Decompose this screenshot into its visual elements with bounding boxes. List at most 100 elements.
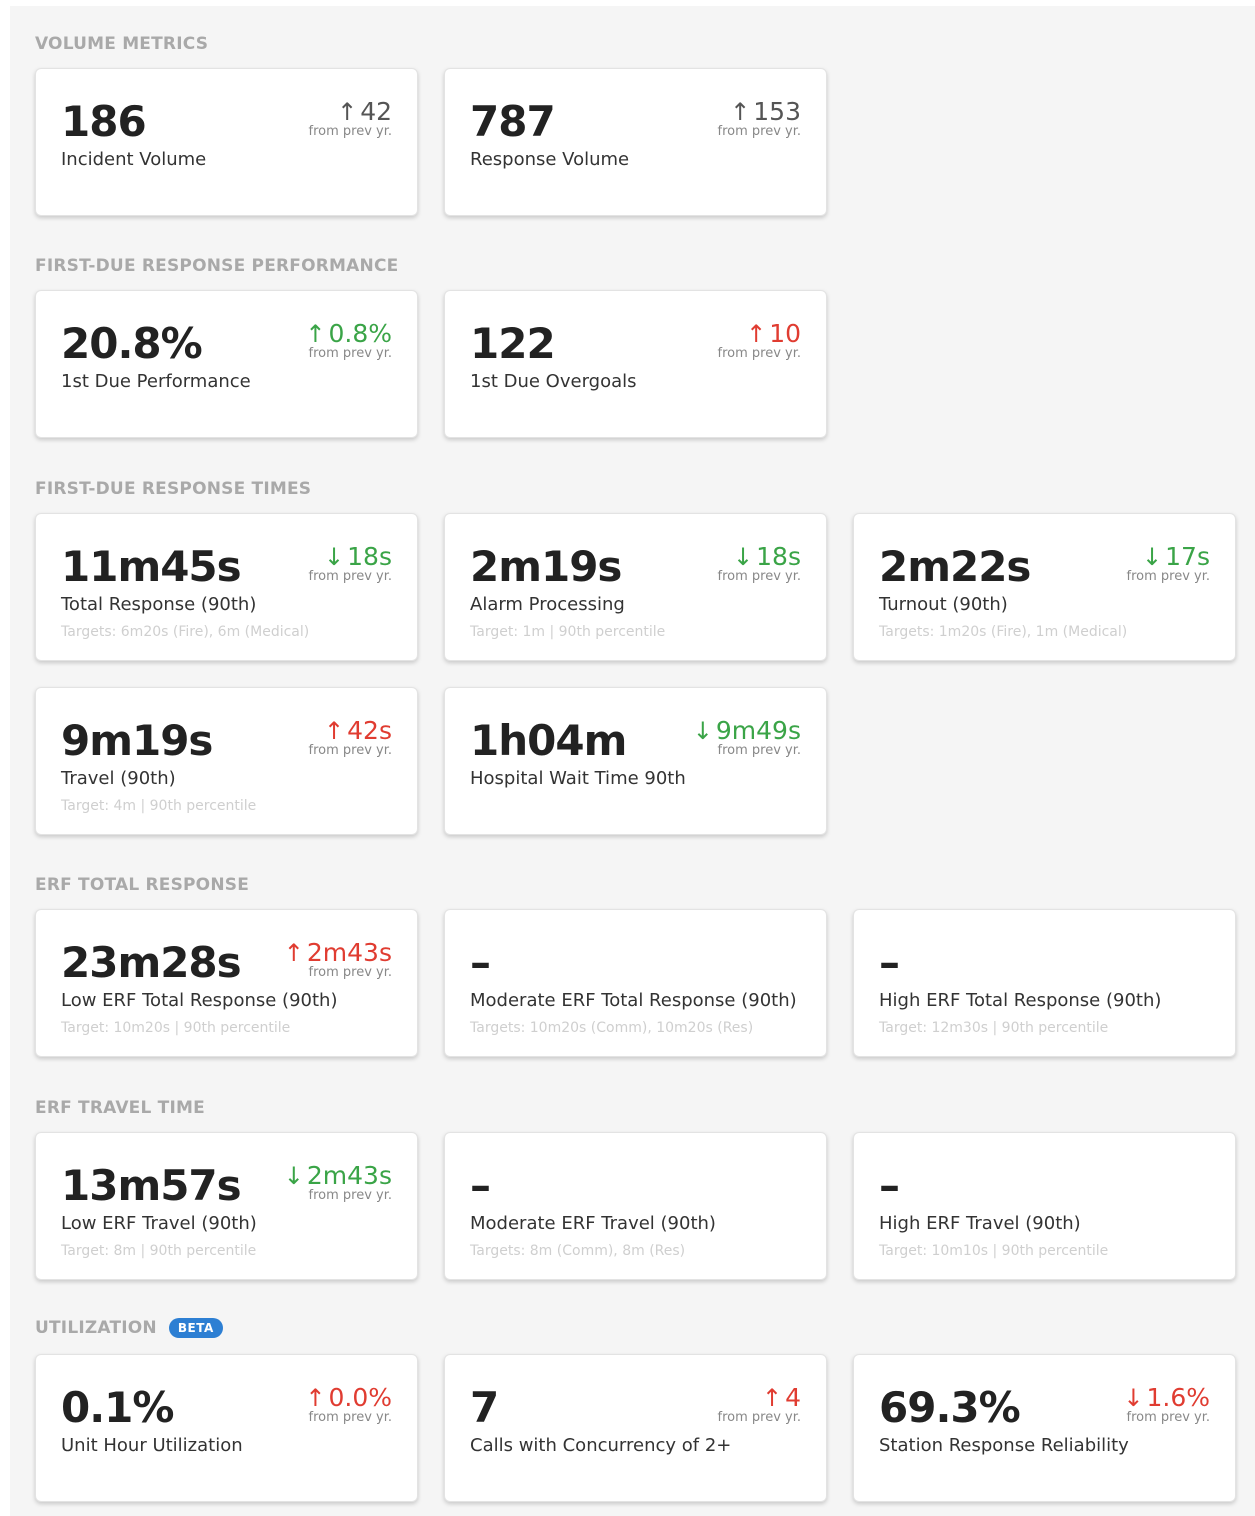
metric-label: Total Response (90th) [61,594,257,615]
metric-label: Moderate ERF Total Response (90th) [470,990,797,1011]
metric-label: Hospital Wait Time 90th [470,768,686,789]
metric-label: Station Response Reliability [879,1435,1129,1456]
delta-caption: from prev yr. [717,346,802,361]
metric-value: 1h04m [470,716,627,765]
card-turnout[interactable]: 2m22s Turnout (90th) Targets: 1m20s (Fir… [853,513,1236,661]
metric-target: Targets: 10m20s (Comm), 10m20s (Res) [470,1020,754,1036]
card-travel[interactable]: 9m19s Travel (90th) Target: 4m | 90th pe… [35,687,418,835]
section-title-first-due-performance: FIRST-DUE RESPONSE PERFORMANCE [35,256,399,276]
metric-delta: ↑ 10 from prev yr. [718,319,802,361]
delta-caption: from prev yr. [308,743,393,758]
arrow-down-icon: ↓ [283,1162,304,1190]
metric-target: Target: 8m | 90th percentile [61,1243,257,1259]
delta-value: 2m43s [306,938,392,967]
metric-delta: ↑ 153 from prev yr. [718,97,802,139]
card-high-erf-travel[interactable]: – High ERF Travel (90th) Target: 10m10s … [853,1132,1236,1280]
metric-label: Low ERF Total Response (90th) [61,990,338,1011]
metric-label: Calls with Concurrency of 2+ [470,1435,732,1456]
delta-value: 42s [347,716,392,745]
arrow-down-icon: ↓ [324,543,345,571]
metric-delta: ↑ 4 from prev yr. [718,1383,802,1425]
metric-target: Target: 12m30s | 90th percentile [879,1020,1109,1036]
arrow-down-icon: ↓ [692,717,713,745]
beta-badge: BETA [168,1318,223,1338]
delta-value: 9m49s [715,716,801,745]
metric-delta: ↓ 9m49s from prev yr. [693,716,801,758]
metric-delta: ↑ 42s from prev yr. [309,716,393,758]
arrow-up-icon: ↑ [305,320,326,348]
card-alarm-processing[interactable]: 2m19s Alarm Processing Target: 1m | 90th… [444,513,827,661]
card-hospital-wait[interactable]: 1h04m Hospital Wait Time 90th ↓ 9m49s fro… [444,687,827,835]
arrow-up-icon: ↑ [305,1384,326,1412]
delta-caption: from prev yr. [717,569,802,584]
metric-target: Target: 1m | 90th percentile [470,624,666,640]
metric-label: Low ERF Travel (90th) [61,1213,257,1234]
metric-delta: ↓ 18s from prev yr. [718,542,802,584]
card-unit-hour-utilization[interactable]: 0.1% Unit Hour Utilization ↑ 0.0% from pr… [35,1354,418,1502]
card-low-erf-travel[interactable]: 13m57s Low ERF Travel (90th) Target: 8m … [35,1132,418,1280]
metric-delta: ↑ 2m43s from prev yr. [284,938,392,980]
metric-target: Target: 10m20s | 90th percentile [61,1020,291,1036]
metric-delta: ↑ 0.0% from prev yr. [305,1383,392,1425]
metric-target: Target: 10m10s | 90th percentile [879,1243,1109,1259]
section-title-erf-total: ERF TOTAL RESPONSE [35,875,250,895]
arrow-up-icon: ↑ [730,98,751,126]
metric-value: 2m19s [470,542,622,591]
card-low-erf-total[interactable]: 23m28s Low ERF Total Response (90th) Tar… [35,909,418,1057]
card-total-response[interactable]: 11m45s Total Response (90th) Targets: 6m… [35,513,418,661]
card-moderate-erf-travel[interactable]: – Moderate ERF Travel (90th) Targets: 8m… [444,1132,827,1280]
delta-caption: from prev yr. [1126,569,1211,584]
card-incident-volume[interactable]: 186 Incident Volume ↑ 42 from prev yr. [35,68,418,216]
delta-value: 42 [360,97,392,126]
section-title-erf-travel: ERF TRAVEL TIME [35,1098,205,1118]
arrow-down-icon: ↓ [1123,1384,1144,1412]
metric-value: 186 [61,97,147,146]
delta-value: 18s [756,542,801,571]
metric-value: 122 [470,319,556,368]
delta-caption: from prev yr. [308,346,393,361]
metric-delta: ↑ 42 from prev yr. [309,97,393,139]
metric-value: 0.1% [61,1383,174,1432]
metric-label: High ERF Travel (90th) [879,1213,1081,1234]
metric-value: 23m28s [61,938,242,987]
metric-delta: ↓ 2m43s from prev yr. [284,1161,392,1203]
metric-value: 2m22s [879,542,1031,591]
metric-value: – [470,938,491,987]
card-first-due-overgoals[interactable]: 122 1st Due Overgoals ↑ 10 from prev yr. [444,290,827,438]
metric-target: Targets: 8m (Comm), 8m (Res) [470,1243,686,1259]
delta-value: 10 [769,319,801,348]
card-concurrency-calls[interactable]: 7 Calls with Concurrency of 2+ ↑ 4 from p… [444,1354,827,1502]
dashboard-metrics: VOLUME METRICS 186 Incident Volume ↑ 42 f… [10,6,1255,1516]
delta-value: 2m43s [306,1161,392,1190]
card-station-reliability[interactable]: 69.3% Station Response Reliability ↓ 1.6%… [853,1354,1236,1502]
arrow-up-icon: ↑ [324,717,345,745]
metric-label: Moderate ERF Travel (90th) [470,1213,716,1234]
metric-target: Target: 4m | 90th percentile [61,798,257,814]
metric-value: – [470,1161,491,1210]
metric-value: 11m45s [61,542,242,591]
arrow-down-icon: ↓ [733,543,754,571]
metric-delta: ↑ 0.8% from prev yr. [305,319,392,361]
metric-value: 7 [470,1383,499,1432]
metric-label: Incident Volume [61,149,207,170]
arrow-up-icon: ↑ [761,1384,783,1412]
delta-caption: from prev yr. [308,1188,393,1203]
metric-label: Response Volume [470,149,630,170]
delta-value: 4 [785,1383,801,1412]
metric-value: 787 [470,97,556,146]
metric-label: 1st Due Performance [61,371,251,392]
card-response-volume[interactable]: 787 Response Volume ↑ 153 from prev yr. [444,68,827,216]
section-title-text: UTILIZATION [35,1318,157,1338]
metric-value: 69.3% [879,1383,1021,1432]
card-first-due-performance[interactable]: 20.8% 1st Due Performance ↑ 0.8% from pre… [35,290,418,438]
card-high-erf-total[interactable]: – High ERF Total Response (90th) Target:… [853,909,1236,1057]
metric-target: Targets: 1m20s (Fire), 1m (Medical) [879,624,1128,640]
delta-caption: from prev yr. [1126,1410,1211,1425]
delta-caption: from prev yr. [308,1410,393,1425]
delta-caption: from prev yr. [717,743,802,758]
delta-caption: from prev yr. [308,965,393,980]
metric-delta: ↓ 18s from prev yr. [309,542,393,584]
metric-label: High ERF Total Response (90th) [879,990,1162,1011]
card-moderate-erf-total[interactable]: – Moderate ERF Total Response (90th) Tar… [444,909,827,1057]
delta-caption: from prev yr. [308,569,393,584]
